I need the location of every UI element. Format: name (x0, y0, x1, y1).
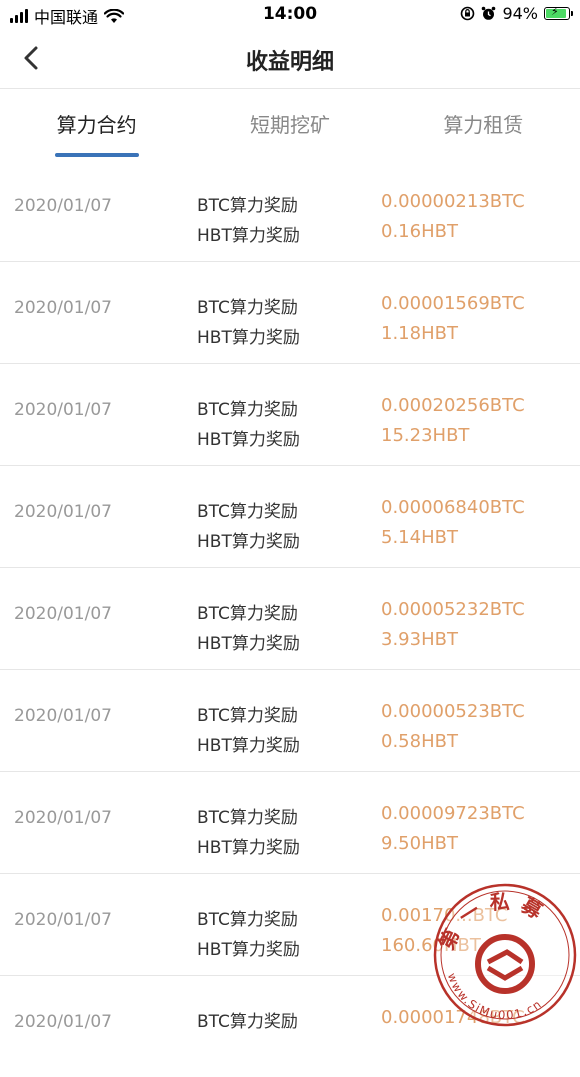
list-item[interactable]: 2020/01/07 BTC算力奖励 0.00005232BTC HBT算力奖励… (0, 568, 580, 670)
status-right: 94% ⚡ (460, 4, 573, 23)
list-item[interactable]: 2020/01/07 BTC算力奖励 0.00020256BTC HBT算力奖励… (0, 364, 580, 466)
btc-reward-value: 0.00000523BTC (381, 701, 525, 722)
btc-reward-value: 0.00005232BTC (381, 599, 525, 620)
list-item[interactable]: 2020/01/07 BTC算力奖励 0.00000213BTC HBT算力奖励… (0, 160, 580, 262)
record-date: 2020/01/07 (14, 604, 112, 624)
tab-label: 短期挖矿 (249, 113, 330, 137)
hbt-reward-value: 0.16HBT (381, 221, 458, 242)
hbt-reward-value: 0.58HBT (381, 731, 458, 752)
tab-hashrate-rental[interactable]: 算力租赁 (387, 89, 580, 159)
tab-hashrate-contract[interactable]: 算力合约 (0, 89, 193, 159)
tab-short-term-mining[interactable]: 短期挖矿 (193, 89, 386, 159)
btc-reward-label: BTC算力奖励 (197, 910, 298, 930)
watermark-seal: 第一私募 www.SiMu001.cn (433, 883, 577, 1027)
hbt-reward-label: HBT算力奖励 (197, 430, 300, 450)
hbt-reward-label: HBT算力奖励 (197, 736, 300, 756)
btc-reward-label: BTC算力奖励 (197, 808, 298, 828)
alarm-icon (482, 6, 496, 20)
btc-reward-value: 0.00009723BTC (381, 803, 525, 824)
tab-bar: 算力合约 短期挖矿 算力租赁 (0, 89, 580, 159)
btc-reward-label: BTC算力奖励 (197, 400, 298, 420)
nav-bar: 收益明细 (0, 30, 580, 89)
battery-icon: ⚡ (544, 5, 573, 20)
page-title: 收益明细 (245, 50, 334, 75)
record-date: 2020/01/07 (14, 400, 112, 420)
record-date: 2020/01/07 (14, 196, 112, 216)
hbt-reward-label: HBT算力奖励 (197, 328, 300, 348)
btc-reward-value: 0.00000213BTC (381, 191, 525, 212)
record-date: 2020/01/07 (14, 706, 112, 726)
btc-reward-label: BTC算力奖励 (197, 298, 298, 318)
hbt-reward-value: 3.93HBT (381, 629, 458, 650)
tab-label: 算力租赁 (443, 113, 524, 137)
hbt-reward-label: HBT算力奖励 (197, 940, 300, 960)
hbt-reward-value: 15.23HBT (381, 425, 470, 446)
record-date: 2020/01/07 (14, 1012, 112, 1032)
record-date: 2020/01/07 (14, 502, 112, 522)
tab-active-indicator (54, 153, 139, 157)
hbt-reward-label: HBT算力奖励 (197, 226, 300, 246)
btc-reward-label: BTC算力奖励 (197, 196, 298, 216)
btc-reward-value: 0.00006840BTC (381, 497, 525, 518)
hbt-reward-label: HBT算力奖励 (197, 532, 300, 552)
btc-reward-label: BTC算力奖励 (197, 1012, 298, 1032)
record-date: 2020/01/07 (14, 808, 112, 828)
btc-reward-value: 0.00001569BTC (381, 293, 525, 314)
btc-reward-label: BTC算力奖励 (197, 604, 298, 624)
hbt-reward-label: HBT算力奖励 (197, 634, 300, 654)
list-item[interactable]: 2020/01/07 BTC算力奖励 0.00000523BTC HBT算力奖励… (0, 670, 580, 772)
hbt-reward-label: HBT算力奖励 (197, 838, 300, 858)
list-item[interactable]: 2020/01/07 BTC算力奖励 0.00006840BTC HBT算力奖励… (0, 466, 580, 568)
record-date: 2020/01/07 (14, 910, 112, 930)
btc-reward-label: BTC算力奖励 (197, 502, 298, 522)
hbt-reward-value: 9.50HBT (381, 833, 458, 854)
hbt-reward-value: 1.18HBT (381, 323, 458, 344)
tab-label: 算力合约 (56, 113, 137, 137)
btc-reward-label: BTC算力奖励 (197, 706, 298, 726)
record-date: 2020/01/07 (14, 298, 112, 318)
list-item[interactable]: 2020/01/07 BTC算力奖励 0.00009723BTC HBT算力奖励… (0, 772, 580, 874)
battery-percent: 94% (502, 4, 538, 23)
status-bar: 中国联通 14:00 94% ⚡ (0, 0, 580, 30)
hbt-reward-value: 5.14HBT (381, 527, 458, 548)
orientation-lock-icon (461, 6, 475, 21)
btc-reward-value: 0.00020256BTC (381, 395, 525, 416)
list-item[interactable]: 2020/01/07 BTC算力奖励 0.00001569BTC HBT算力奖励… (0, 262, 580, 364)
